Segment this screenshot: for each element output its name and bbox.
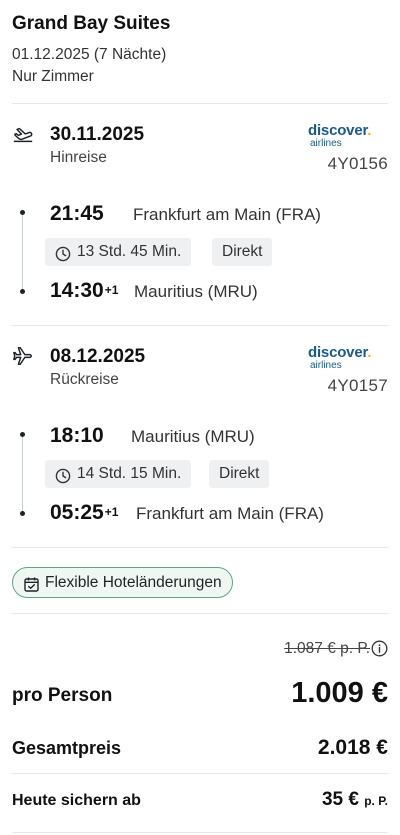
- timeline-line: [22, 215, 23, 289]
- duration-text: 14 Std. 15 Min.: [77, 465, 182, 482]
- timeline-dot-departure: [20, 432, 25, 437]
- calendar-check-icon: [23, 574, 40, 592]
- duration-chip: 13 Std. 45 Min.: [45, 238, 192, 266]
- divider: [12, 547, 388, 548]
- airline-brand: discover: [308, 122, 368, 139]
- departure-time: 21:45: [50, 202, 104, 225]
- airline-brand: discover: [308, 344, 368, 361]
- arrival-place: Frankfurt am Main (FRA): [136, 504, 324, 523]
- hotel-dates: 01.12.2025 (7 Nächte): [12, 46, 167, 63]
- total-price-value: 2.018 €: [317, 736, 388, 759]
- flight-direction: Hinreise: [50, 149, 107, 166]
- deposit-label: Heute sichern ab: [12, 792, 141, 809]
- divider: [12, 832, 388, 833]
- flight-date: 08.12.2025: [50, 346, 146, 367]
- stops-chip: Direkt: [209, 460, 270, 488]
- plane-landing-icon: [12, 345, 34, 367]
- airline-logo: discover. airlines: [308, 123, 382, 149]
- duration-chip: 14 Std. 15 Min.: [45, 460, 192, 488]
- flight-outbound: 30.11.2025 Hinreise discover. airlines 4…: [0, 123, 400, 333]
- airline-logo: discover. airlines: [308, 345, 382, 371]
- per-person-price: 1.009 €: [291, 677, 388, 709]
- per-person-label: pro Person: [12, 685, 113, 706]
- hotel-summary: Grand Bay Suites 01.12.2025 (7 Nächte) N…: [12, 12, 388, 88]
- arrival-place: Mauritius (MRU): [134, 282, 258, 301]
- plane-takeoff-icon: [12, 123, 34, 145]
- flexible-hotel-changes-label: Flexible Hoteländerungen: [45, 574, 222, 591]
- clock-icon: [55, 244, 71, 262]
- divider: [12, 773, 388, 774]
- flexible-hotel-changes-badge[interactable]: Flexible Hoteländerungen: [12, 567, 233, 598]
- departure-place: Mauritius (MRU): [131, 427, 255, 446]
- duration-text: 13 Std. 45 Min.: [77, 243, 182, 260]
- airline-sub: airlines: [310, 138, 342, 149]
- timeline-dot-arrival: [20, 511, 25, 516]
- arrival-day-offset: +1: [104, 505, 119, 519]
- departure-time: 18:10: [50, 424, 104, 447]
- clock-icon: [55, 466, 71, 484]
- flight-number: 4Y0156: [327, 154, 388, 173]
- divider: [12, 613, 388, 614]
- total-price-label: Gesamtpreis: [12, 738, 122, 758]
- timeline-dot-departure: [20, 210, 25, 215]
- arrival-time: 05:25+1: [50, 501, 119, 524]
- deposit-suffix: p. P.: [364, 794, 388, 808]
- arrival-day-offset: +1: [104, 283, 119, 297]
- flight-return: 08.12.2025 Rückreise discover. airlines …: [0, 345, 400, 555]
- timeline-line: [22, 437, 23, 511]
- flight-direction: Rückreise: [50, 371, 119, 388]
- info-icon[interactable]: [371, 640, 388, 657]
- divider: [12, 325, 388, 326]
- stops-chip: Direkt: [212, 238, 273, 266]
- timeline-dot-arrival: [20, 289, 25, 294]
- deposit-value: 35 € p. P.: [321, 789, 388, 810]
- flight-date: 30.11.2025: [50, 124, 145, 145]
- departure-place: Frankfurt am Main (FRA): [133, 205, 321, 224]
- divider: [12, 103, 388, 104]
- flight-number: 4Y0157: [327, 376, 388, 395]
- original-price: 1.087 € p. P.: [284, 640, 370, 657]
- airline-sub: airlines: [310, 360, 342, 371]
- hotel-name: Grand Bay Suites: [12, 13, 171, 34]
- hotel-board: Nur Zimmer: [12, 68, 94, 85]
- arrival-time: 14:30+1: [50, 279, 119, 302]
